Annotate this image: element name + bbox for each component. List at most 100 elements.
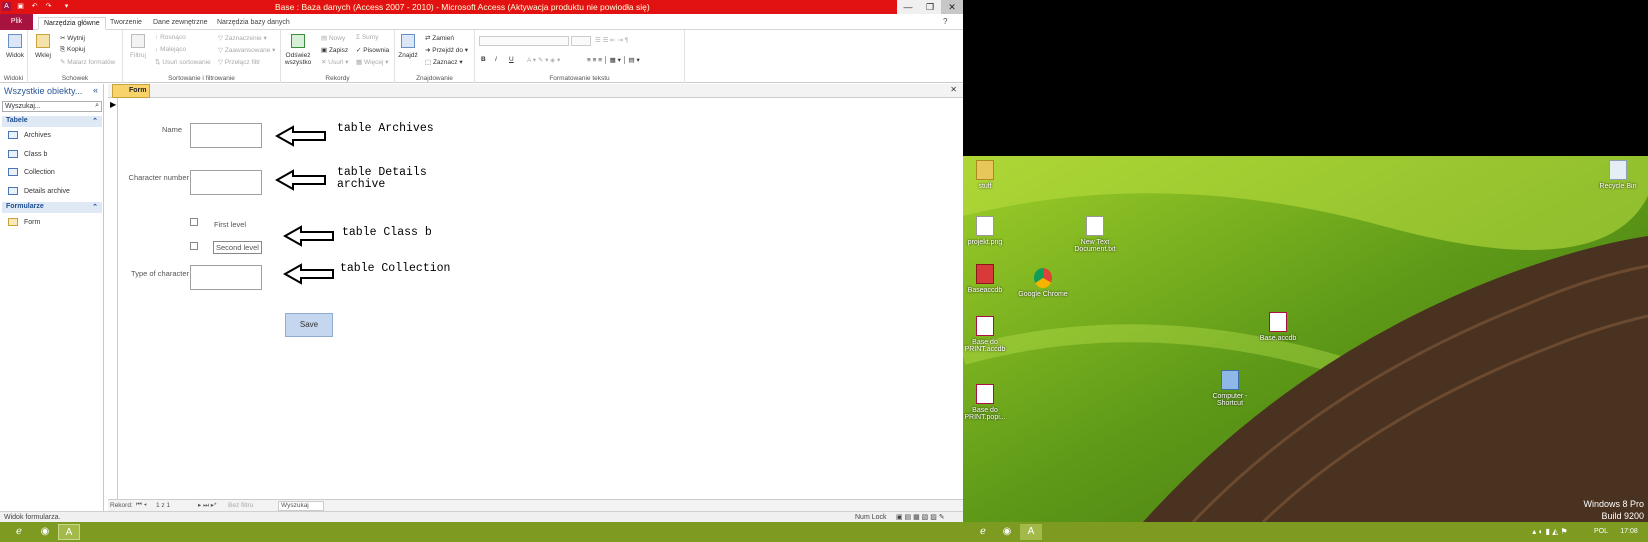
italic-button[interactable]: I	[495, 56, 497, 63]
nav-item-details-archive[interactable]: Details archive	[8, 187, 70, 195]
chevron-up-icon[interactable]: ⌃	[92, 203, 98, 211]
access-app-icon[interactable]: A	[2, 2, 11, 11]
cut-button[interactable]: ✂ Wytnij	[60, 34, 85, 42]
font-size-dropdown[interactable]	[571, 36, 591, 46]
minimize-button[interactable]: —	[897, 0, 919, 14]
format-painter-button[interactable]: ✎ Malarz formatów	[60, 58, 115, 66]
nav-item-collection[interactable]: Collection	[8, 168, 55, 176]
desktop-icon-base[interactable]: Base.accdb	[1248, 312, 1308, 342]
nav-item-form[interactable]: Form	[8, 218, 40, 226]
nav-section-forms[interactable]: Formularze ⌃	[2, 202, 102, 213]
next-record-icon[interactable]: ▸ ⏭ ▸*	[198, 501, 217, 510]
search-icon[interactable]: ⌕	[95, 102, 99, 110]
desktop-icon-recycle-bin[interactable]: Recycle Bin	[1588, 160, 1648, 190]
taskbar: ℯ ◉ A ℯ ◉ A ▴ ◐ ▮ ◭ ⚑ POL 17:08	[0, 522, 1648, 542]
clock[interactable]: 17:08	[1614, 524, 1644, 540]
spelling-button[interactable]: ✓ Pisownia	[356, 46, 389, 54]
tab-file[interactable]: Plik	[0, 14, 33, 30]
desktop-icon-baseaccdb[interactable]: Baseaccdb	[963, 264, 1015, 294]
totals-label: Sumy	[361, 34, 379, 41]
refresh-all-button[interactable]: Odśwież wszystko	[283, 34, 313, 66]
nav-search-input[interactable]: Wyszukaj... ⌕	[2, 101, 102, 112]
view-switcher-icons[interactable]: ▣ ▤ ▦ ▧ ▨ ✎	[896, 513, 945, 521]
chrome-taskbar-icon-2[interactable]: ◉	[996, 524, 1018, 540]
filter-button[interactable]: Filtruj	[127, 34, 149, 59]
list-icons[interactable]: ☰ ☰ ⇤ ⇥ ¶	[595, 36, 628, 44]
customize-quick-icon[interactable]: ▾	[62, 2, 71, 11]
tab-create[interactable]: Tworzenie	[105, 17, 147, 30]
desktop-icon-computer[interactable]: Computer - Shortcut	[1200, 370, 1260, 407]
first-record-icon[interactable]: ⏮ ◂	[136, 501, 147, 509]
ie-taskbar-icon-2[interactable]: ℯ	[972, 524, 994, 540]
more-button[interactable]: ▦ Więcej ▾	[356, 58, 389, 66]
maximize-button[interactable]: ❐	[919, 0, 941, 14]
remove-sort-button[interactable]: ⇅ Usuń sortowanie	[155, 58, 211, 66]
paste-button[interactable]: Wklej	[32, 34, 54, 59]
language-indicator[interactable]: POL	[1590, 524, 1612, 540]
no-filter-indicator[interactable]: Bez filtru	[228, 502, 253, 509]
save-button[interactable]: Save	[285, 313, 333, 337]
tab-form[interactable]: Form	[112, 84, 150, 98]
selection-label: Zaznaczenie	[224, 35, 262, 42]
desktop-icon-stuff[interactable]: stuff	[963, 160, 1015, 190]
new-record-button[interactable]: ▤ Nowy	[321, 34, 345, 42]
select-label: Zaznacz	[432, 59, 458, 66]
align-icons[interactable]: ≡ ≡ ≡ │ ▦ ▾ │ ▤ ▾	[587, 56, 640, 64]
replace-button[interactable]: ⇄ Zamień	[425, 34, 454, 42]
selection-button[interactable]: ▽ Zaznaczenie ▾	[218, 34, 267, 42]
chevron-up-icon[interactable]: ⌃	[92, 117, 98, 125]
nav-header[interactable]: Wszystkie obiekty... «	[0, 84, 104, 99]
sort-descending-button[interactable]: ↓ Malejąco	[155, 46, 186, 53]
tab-database-tools[interactable]: Narzędzia bazy danych	[212, 17, 295, 30]
bold-button[interactable]: B	[481, 56, 486, 63]
underline-button[interactable]: U	[509, 56, 514, 63]
font-color-button[interactable]: A ▾ ✎ ▾ ◈ ▾	[527, 56, 560, 64]
second-level-checkbox[interactable]	[190, 242, 198, 250]
tab-home[interactable]: Narzędzia główne	[38, 17, 106, 30]
close-button[interactable]: ✕	[941, 0, 963, 14]
undo-icon[interactable]: ↶	[30, 2, 39, 11]
collapse-nav-icon[interactable]: «	[93, 85, 98, 95]
desktop-icon-new-text[interactable]: New Text Document.txt	[1063, 216, 1127, 253]
close-document-icon[interactable]: ✕	[950, 85, 957, 94]
desktop-icon-base-print-copy[interactable]: Base do PRINT.popi...	[963, 384, 1015, 421]
desktop-icon-base-print[interactable]: Base do PRINT.accdb	[963, 316, 1015, 353]
chrome-taskbar-icon[interactable]: ◉	[34, 524, 56, 540]
advanced-button[interactable]: ▽ Zaawansowane ▾	[218, 46, 275, 54]
totals-button[interactable]: Σ Sumy	[356, 34, 378, 41]
group-sort-filter: Filtruj ↑ Rosnąco ↓ Malejąco ⇅ Usuń sort…	[123, 30, 281, 83]
note-table-collection: table Collection	[340, 262, 451, 275]
font-family-dropdown[interactable]	[479, 36, 569, 46]
desktop-icon-chrome[interactable]: Google Chrome	[1013, 268, 1073, 298]
tab-external-data[interactable]: Dane zewnętrzne	[148, 17, 212, 30]
type-of-character-textbox[interactable]	[190, 265, 262, 290]
nav-section-tables[interactable]: Tabele ⌃	[2, 116, 102, 127]
access-window: A ▣ ↶ ↷ ▾ Base : Baza danych (Access 200…	[0, 0, 963, 522]
save-record-button[interactable]: ▣ Zapisz	[321, 46, 348, 54]
delete-record-button[interactable]: ✕ Usuń ▾	[321, 58, 349, 66]
goto-button[interactable]: ➜ Przejdź do ▾	[425, 46, 468, 54]
toggle-filter-button[interactable]: ▽ Przełącz filtr	[218, 58, 260, 66]
help-icon[interactable]: ?	[938, 16, 952, 29]
sort-ascending-button[interactable]: ↑ Rosnąco	[155, 34, 186, 41]
nav-item-class-b[interactable]: Class b	[8, 150, 47, 158]
record-selector[interactable]: ▶	[108, 98, 118, 499]
nav-item-archives[interactable]: Archives	[8, 131, 51, 139]
access-taskbar-icon-2[interactable]: A	[1020, 524, 1042, 540]
select-button[interactable]: ⬚ Zaznacz ▾	[425, 58, 463, 66]
name-textbox[interactable]	[190, 123, 262, 148]
tray-icons[interactable]: ▴ ◐ ▮ ◭ ⚑	[1510, 524, 1590, 540]
find-button[interactable]: Znajdź	[397, 34, 419, 59]
view-button[interactable]: Widok	[4, 34, 26, 59]
record-position-input[interactable]: 1 z 1	[156, 502, 170, 509]
ie-taskbar-icon[interactable]: ℯ	[8, 524, 30, 540]
first-level-checkbox[interactable]	[190, 218, 198, 226]
save-quick-icon[interactable]: ▣	[16, 2, 25, 11]
access-taskbar-icon[interactable]: A	[58, 524, 80, 540]
copy-button[interactable]: ⎘ Kopiuj	[60, 46, 85, 54]
desktop-icon-projekt[interactable]: projekt.png	[963, 216, 1015, 246]
desktop-icon-label: projekt.png	[967, 239, 1003, 246]
character-number-textbox[interactable]	[190, 170, 262, 195]
record-search-input[interactable]: Wyszukaj	[278, 501, 324, 511]
redo-icon[interactable]: ↷	[44, 2, 53, 11]
